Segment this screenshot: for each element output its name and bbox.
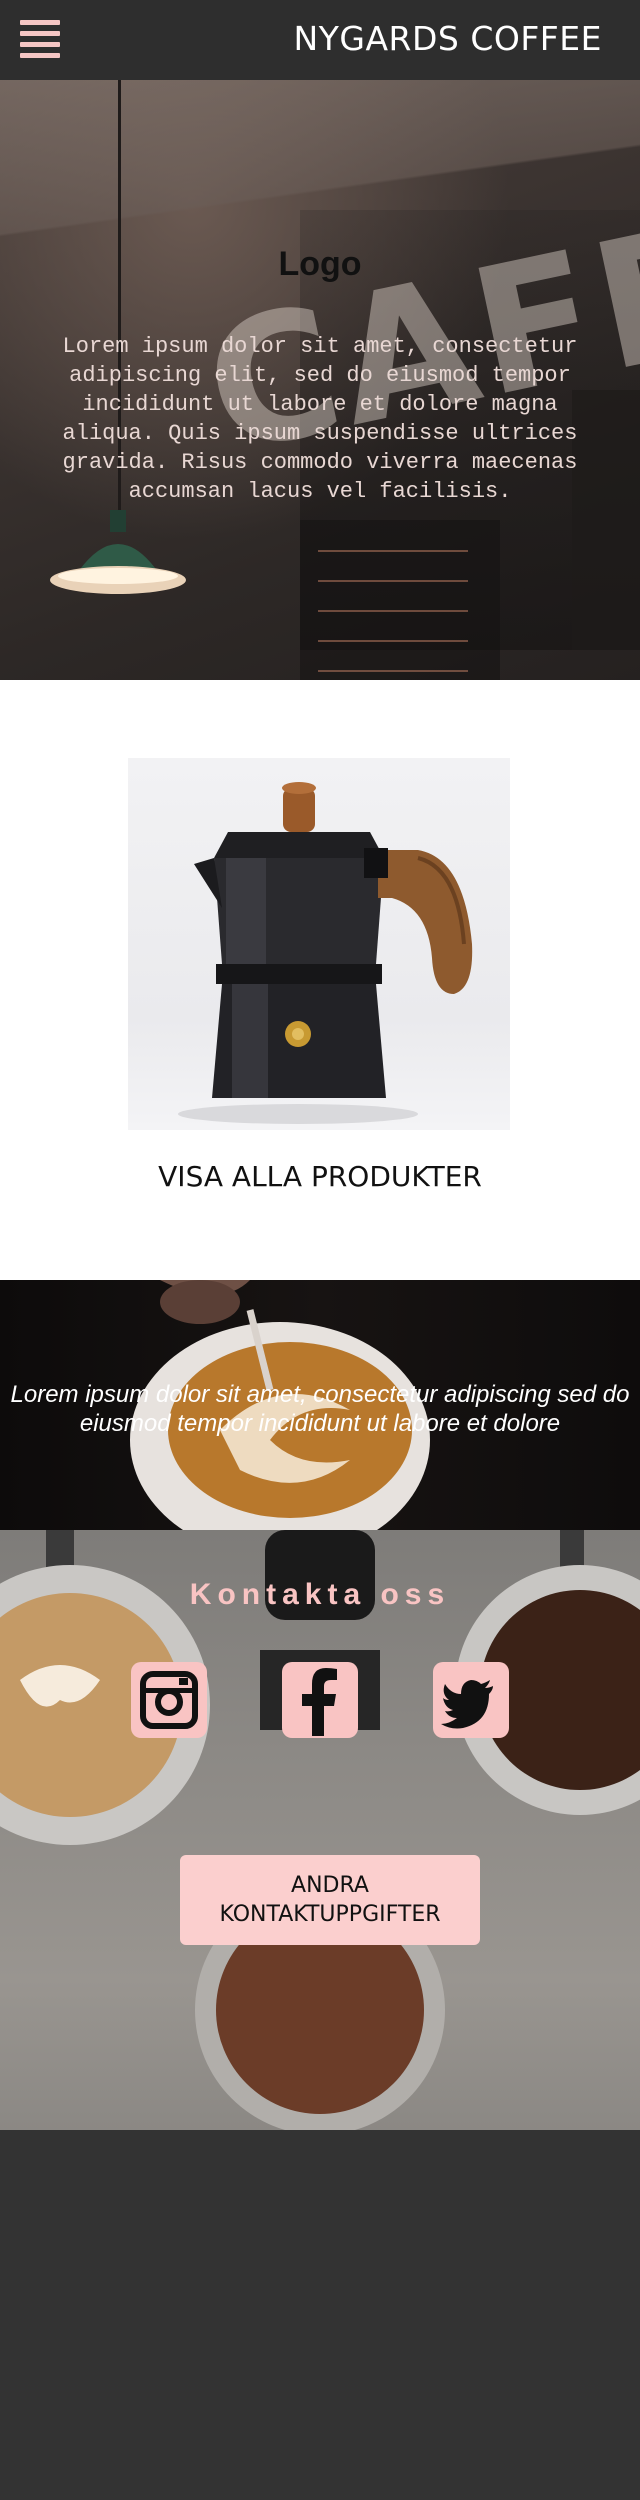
latte-banner: Lorem ipsum dolor sit amet, consectetur …: [0, 1280, 640, 1530]
hamburger-menu-icon[interactable]: [20, 20, 60, 58]
hero-text: Lorem ipsum dolor sit amet, consectetur …: [62, 334, 578, 504]
chalkboard-menu: [300, 520, 500, 680]
product-section: VISA ALLA PRODUKTER: [0, 680, 640, 1280]
contact-section: Kontakta oss ANDRA KONTAKTUPPGIFTER: [0, 1530, 640, 2130]
instagram-icon[interactable]: [131, 1662, 207, 1738]
footer: [0, 2130, 640, 2500]
pendant-lamp-image: [50, 510, 186, 594]
twitter-icon[interactable]: [433, 1662, 509, 1738]
banner-quote: Lorem ipsum dolor sit amet, consectetur …: [10, 1381, 630, 1437]
brand-name: NYGARDS COFFEE: [293, 19, 602, 58]
logo-text: Logo: [278, 245, 362, 283]
top-bar: NYGARDS COFFEE: [0, 0, 640, 80]
hero-section: CAFE Logo Lorem ipsum dolor sit amet, co…: [0, 80, 640, 680]
moka-pot-image[interactable]: [128, 758, 510, 1130]
show-all-products-link[interactable]: VISA ALLA PRODUKTER: [0, 1160, 640, 1193]
contact-title: Kontakta oss: [189, 1578, 451, 1611]
coffee-portafilters-image: [0, 1530, 640, 2130]
other-contact-info-button[interactable]: ANDRA KONTAKTUPPGIFTER: [180, 1855, 480, 1945]
other-contact-info-label: ANDRA KONTAKTUPPGIFTER: [219, 1873, 441, 1927]
facebook-icon[interactable]: [282, 1662, 358, 1738]
